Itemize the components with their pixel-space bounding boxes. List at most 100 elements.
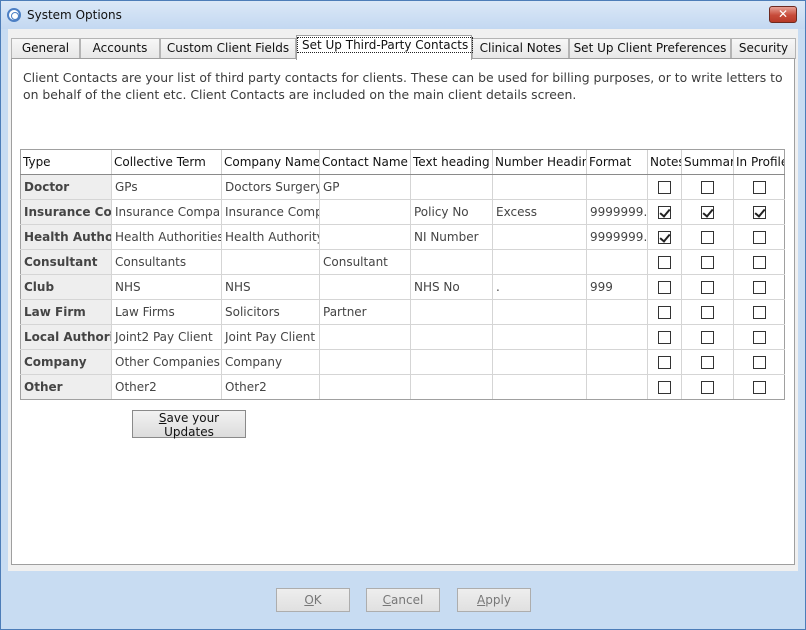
in-profile-checkbox[interactable]: [752, 356, 766, 369]
notes-checkbox[interactable]: [658, 306, 671, 319]
tab-set-up-third-party-contacts[interactable]: Set Up Third-Party Contacts: [296, 35, 474, 60]
format-cell[interactable]: [586, 324, 648, 350]
in-profile-checkbox[interactable]: [752, 281, 766, 294]
in-profile-checkbox[interactable]: [752, 256, 766, 269]
collective-term-cell[interactable]: Consultants: [111, 249, 222, 275]
notes-checkbox[interactable]: [658, 356, 671, 369]
apply-button[interactable]: Apply: [457, 588, 531, 612]
number-heading-cell[interactable]: [492, 324, 587, 350]
contact-name-cell[interactable]: [319, 324, 411, 350]
contact-name-cell[interactable]: Partner: [319, 299, 411, 325]
type-cell: Insurance Co: [20, 199, 112, 225]
in-profile-cell: [733, 224, 785, 250]
tab-set-up-client-preferences[interactable]: Set Up Client Preferences: [569, 38, 731, 59]
in-profile-cell: [733, 299, 785, 325]
in-profile-checkbox[interactable]: [752, 206, 766, 219]
company-name-cell[interactable]: Company: [221, 349, 320, 375]
number-heading-cell[interactable]: [492, 174, 587, 200]
company-name-cell[interactable]: [221, 249, 320, 275]
format-cell[interactable]: 999: [586, 274, 648, 300]
number-heading-cell[interactable]: [492, 249, 587, 275]
contact-name-cell[interactable]: [319, 199, 411, 225]
type-cell: Doctor: [20, 174, 112, 200]
contact-name-cell[interactable]: GP: [319, 174, 411, 200]
notes-checkbox[interactable]: [658, 206, 671, 219]
summary-checkbox[interactable]: [701, 181, 714, 194]
format-cell[interactable]: [586, 174, 648, 200]
text-heading-cell[interactable]: [410, 174, 493, 200]
ok-button[interactable]: OK: [276, 588, 350, 612]
tab-clinical-notes[interactable]: Clinical Notes: [472, 38, 569, 59]
text-heading-cell[interactable]: NHS No: [410, 274, 493, 300]
collective-term-cell[interactable]: NHS: [111, 274, 222, 300]
text-heading-cell[interactable]: Policy No: [410, 199, 493, 225]
contact-name-cell[interactable]: [319, 224, 411, 250]
company-name-cell[interactable]: Health Authority: [221, 224, 320, 250]
text-heading-cell[interactable]: [410, 324, 493, 350]
summary-checkbox[interactable]: [701, 281, 714, 294]
text-heading-cell[interactable]: [410, 299, 493, 325]
format-cell[interactable]: [586, 249, 648, 275]
company-name-cell[interactable]: Insurance Compa: [221, 199, 320, 225]
summary-checkbox[interactable]: [701, 231, 714, 244]
in-profile-checkbox[interactable]: [752, 306, 766, 319]
text-heading-cell[interactable]: NI Number: [410, 224, 493, 250]
text-heading-cell[interactable]: [410, 349, 493, 375]
notes-checkbox[interactable]: [658, 381, 671, 394]
company-name-cell[interactable]: Other2: [221, 374, 320, 400]
text-heading-cell[interactable]: [410, 374, 493, 400]
notes-checkbox[interactable]: [658, 281, 671, 294]
collective-term-cell[interactable]: GPs: [111, 174, 222, 200]
collective-term-cell[interactable]: Joint2 Pay Client: [111, 324, 222, 350]
notes-checkbox[interactable]: [658, 181, 671, 194]
summary-checkbox[interactable]: [701, 256, 714, 269]
notes-checkbox[interactable]: [658, 331, 671, 344]
number-heading-cell[interactable]: [492, 224, 587, 250]
save-updates-button[interactable]: Save your Updates: [132, 410, 246, 439]
company-name-cell[interactable]: NHS: [221, 274, 320, 300]
in-profile-checkbox[interactable]: [752, 231, 766, 244]
company-name-cell[interactable]: Joint Pay Client: [221, 324, 320, 350]
cancel-button[interactable]: Cancel: [366, 588, 440, 612]
format-cell[interactable]: [586, 349, 648, 375]
collective-term-cell[interactable]: Law Firms: [111, 299, 222, 325]
tab-security[interactable]: Security: [731, 38, 796, 59]
in-profile-checkbox[interactable]: [752, 381, 766, 394]
collective-term-cell[interactable]: Other Companies: [111, 349, 222, 375]
tab-strip: General Accounts Custom Client Fields Se…: [11, 35, 797, 60]
title-bar[interactable]: System Options ✕: [1, 1, 805, 29]
in-profile-checkbox[interactable]: [752, 331, 766, 344]
text-heading-cell[interactable]: [410, 249, 493, 275]
summary-checkbox[interactable]: [701, 381, 714, 394]
in-profile-checkbox[interactable]: [752, 181, 766, 194]
summary-checkbox[interactable]: [701, 356, 714, 369]
close-button[interactable]: ✕: [769, 6, 797, 23]
collective-term-cell[interactable]: Insurance Companie: [111, 199, 222, 225]
number-heading-cell[interactable]: [492, 299, 587, 325]
tab-accounts[interactable]: Accounts: [80, 38, 160, 59]
contact-name-cell[interactable]: [319, 374, 411, 400]
format-cell[interactable]: 9999999.99: [586, 224, 648, 250]
company-name-cell[interactable]: Doctors Surgery: [221, 174, 320, 200]
contact-name-cell[interactable]: Consultant: [319, 249, 411, 275]
number-heading-cell[interactable]: .: [492, 274, 587, 300]
notes-checkbox[interactable]: [658, 256, 671, 269]
table-row: Other Other2 Other2: [20, 374, 785, 400]
notes-checkbox[interactable]: [658, 231, 671, 244]
summary-checkbox[interactable]: [701, 306, 714, 319]
number-heading-cell[interactable]: [492, 349, 587, 375]
collective-term-cell[interactable]: Other2: [111, 374, 222, 400]
contact-name-cell[interactable]: [319, 349, 411, 375]
summary-checkbox[interactable]: [701, 331, 714, 344]
collective-term-cell[interactable]: Health Authorities: [111, 224, 222, 250]
tab-general[interactable]: General: [11, 38, 80, 59]
format-cell[interactable]: [586, 374, 648, 400]
summary-checkbox[interactable]: [701, 206, 714, 219]
format-cell[interactable]: 9999999.99: [586, 199, 648, 225]
tab-custom-client-fields[interactable]: Custom Client Fields: [160, 38, 296, 59]
number-heading-cell[interactable]: Excess: [492, 199, 587, 225]
company-name-cell[interactable]: Solicitors: [221, 299, 320, 325]
contact-name-cell[interactable]: [319, 274, 411, 300]
number-heading-cell[interactable]: [492, 374, 587, 400]
format-cell[interactable]: [586, 299, 648, 325]
